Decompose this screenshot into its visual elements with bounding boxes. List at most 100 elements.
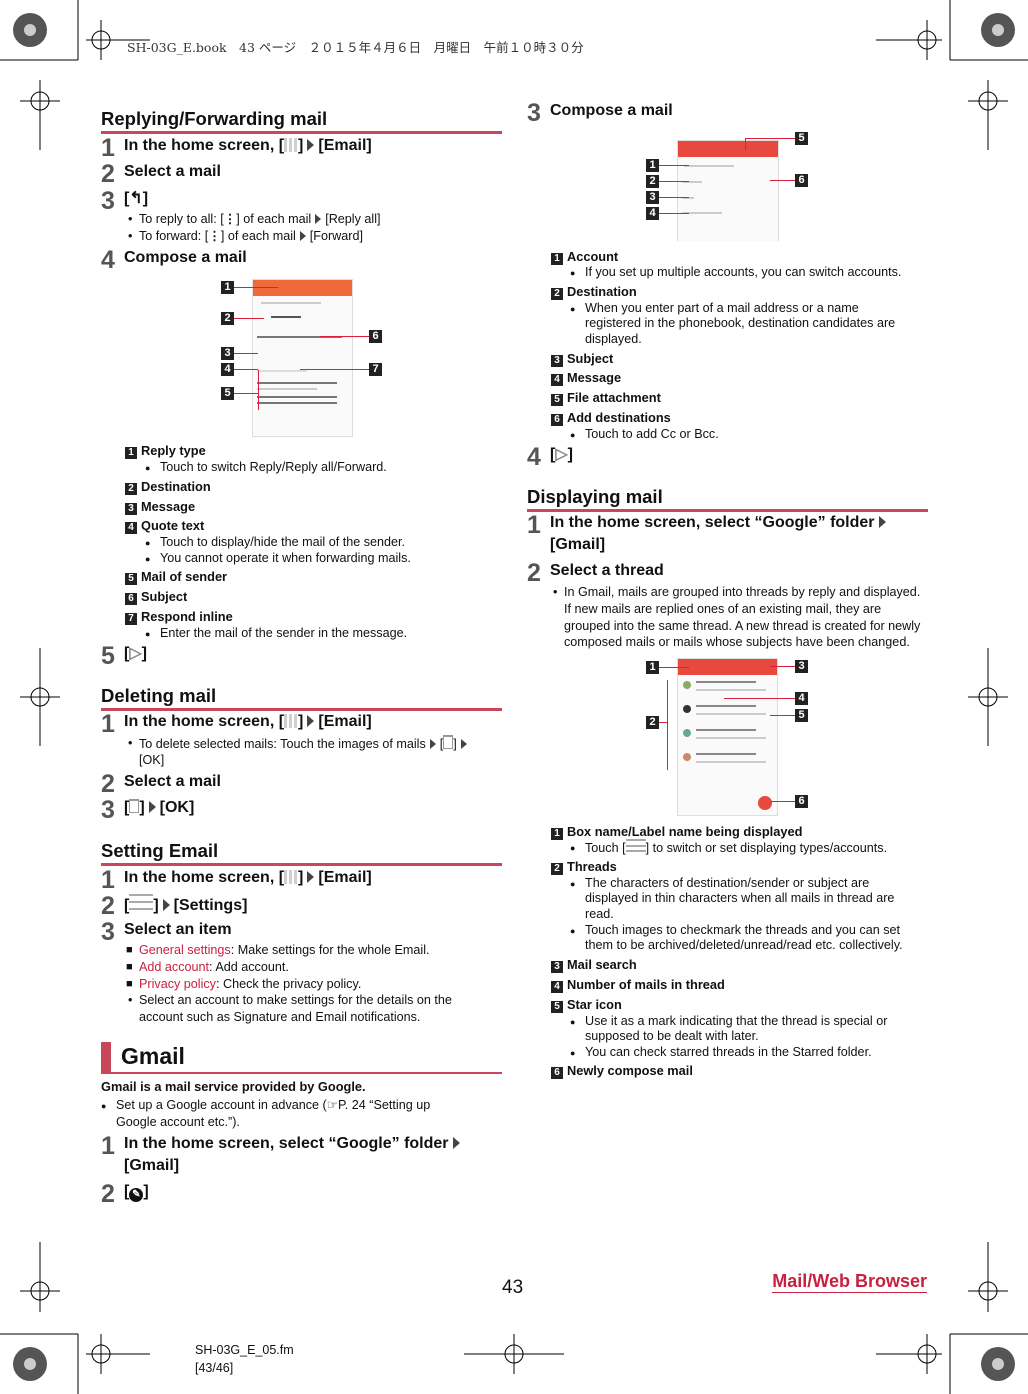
settings-item: Add account: Add account. <box>126 959 289 975</box>
bullet: To forward: [⋮] of each mail[Forward] <box>128 228 363 244</box>
step-1: In the home screen, select “Google” fold… <box>124 1134 464 1154</box>
callout-1: 1 <box>646 159 659 172</box>
callout-4: 4 <box>795 692 808 705</box>
legend-item: 5 File attachment <box>551 390 661 406</box>
bullet: To reply to all: [⋮] of each mail[Reply … <box>128 211 380 227</box>
legend-item: 2 Destination <box>551 284 637 300</box>
legend-item: 5 Star icon <box>551 997 622 1013</box>
send-icon: ▷ <box>555 446 568 463</box>
bullet-cont: If new mails are replied ones of an exis… <box>564 602 882 616</box>
note: Enter the mail of the sender in the mess… <box>145 625 407 642</box>
arrow-icon <box>307 139 315 151</box>
callout-6: 6 <box>795 174 808 187</box>
arrow-icon <box>429 739 436 749</box>
note: Use it as a mark indicating that the thr… <box>570 1013 887 1030</box>
legend-item: 6 Add destinations <box>551 410 671 426</box>
arrow-icon <box>878 516 886 528</box>
legend-item: 4 Quote text <box>125 518 204 534</box>
legend-item: 6 Newly compose mail <box>551 1063 693 1079</box>
step-number: 4 <box>101 246 115 274</box>
note: The characters of destination/sender or … <box>570 875 869 892</box>
send-icon: ▷ <box>129 645 142 662</box>
step-number: 1 <box>101 866 115 894</box>
step-1: In the home screen, [] [Email] <box>124 869 372 886</box>
arrow-icon <box>299 231 306 241</box>
step-4: [▷] <box>550 446 573 463</box>
menu-dots-icon: ⋮ <box>223 212 237 226</box>
gmail-title-bar <box>101 1042 111 1073</box>
note: Touch [] to switch or set displaying typ… <box>570 839 887 856</box>
step-number: 3 <box>527 99 541 127</box>
step-4: Compose a mail <box>124 249 247 266</box>
section-rule <box>101 131 502 134</box>
arrow-icon <box>307 715 315 727</box>
callout-3: 3 <box>795 660 808 673</box>
note: If you set up multiple accounts, you can… <box>570 264 901 281</box>
settings-item: Privacy policy: Check the privacy policy… <box>126 976 361 992</box>
step-number: 1 <box>101 1132 115 1160</box>
step-number: 2 <box>101 892 115 920</box>
legend-item: 4 Number of mails in thread <box>551 977 725 993</box>
step-number: 3 <box>101 187 115 215</box>
section-footer-link[interactable]: Mail/Web Browser <box>772 1271 927 1293</box>
step-3: [] [OK] <box>124 799 195 816</box>
note: Touch to add Cc or Bcc. <box>570 426 719 443</box>
step-1: In the home screen, select “Google” fold… <box>550 513 890 533</box>
callout-5: 5 <box>221 387 234 400</box>
arrow-icon <box>148 801 156 813</box>
legend-item: 3 Subject <box>551 351 613 367</box>
step-2: Select a mail <box>124 163 221 180</box>
callout-2: 2 <box>646 175 659 188</box>
step-number: 2 <box>101 160 115 188</box>
step-number: 4 <box>527 443 541 471</box>
callout-1: 1 <box>646 661 659 674</box>
note-cont: them to be archived/deleted/unread/read … <box>585 938 903 952</box>
note: You can check starred threads in the Sta… <box>570 1044 872 1061</box>
section-title-settings: Setting Email <box>101 840 219 861</box>
compose-icon: ✎ <box>129 1188 144 1202</box>
note-cont: displayed in thin characters when all ma… <box>585 891 895 905</box>
step-number: 1 <box>101 134 115 162</box>
legend-item: 3 Message <box>125 499 195 515</box>
note-cont: supposed to be dealt with later. <box>585 1029 759 1043</box>
section-title-deleting: Deleting mail <box>101 685 217 706</box>
callout-5: 5 <box>795 709 808 722</box>
step-2: Select a thread <box>550 562 664 579</box>
legend-item: 1 Account <box>551 249 618 265</box>
step-3: Compose a mail <box>550 102 673 119</box>
legend-item: 1 Box name/Label name being displayed <box>551 824 802 840</box>
step-1-cont: [Gmail] <box>550 536 606 553</box>
callout-1: 1 <box>221 281 234 294</box>
section-title-replying: Replying/Forwarding mail <box>101 108 328 129</box>
menu-icon <box>625 839 646 852</box>
step-number: 3 <box>101 796 115 824</box>
manual-page: SH-03G_E.book 43 ページ ２０１５年４月６日 月曜日 午前１０時… <box>0 0 1028 1394</box>
gmail-intro: Gmail is a mail service provided by Goog… <box>101 1079 366 1094</box>
step-number: 2 <box>101 1180 115 1208</box>
menu-icon <box>129 894 154 910</box>
arrow-icon <box>162 899 170 911</box>
callout-3: 3 <box>646 191 659 204</box>
step-number: 3 <box>101 918 115 946</box>
book-header: SH-03G_E.book 43 ページ ２０１５年４月６日 月曜日 午前１０時… <box>127 40 584 55</box>
step-3: Select an item <box>124 921 232 938</box>
step-2: [] [Settings] <box>124 894 247 916</box>
note: Touch to switch Reply/Reply all/Forward. <box>145 459 387 476</box>
apps-icon <box>284 870 299 884</box>
callout-2: 2 <box>221 312 234 325</box>
step-number: 1 <box>101 710 115 738</box>
callout-6: 6 <box>795 795 808 808</box>
footer-file: SH-03G_E_05.fm <box>195 1343 294 1357</box>
footer-pages: [43/46] <box>195 1361 234 1375</box>
settings-item: General settings: Make settings for the … <box>126 942 429 958</box>
note-cont: displayed. <box>585 332 642 346</box>
step-number: 2 <box>101 770 115 798</box>
bullet-cont: [OK] <box>139 753 165 767</box>
step-2: Select a mail <box>124 773 221 790</box>
section-title-displaying: Displaying mail <box>527 486 663 507</box>
step-number: 5 <box>101 642 115 670</box>
legend-item: 3 Mail search <box>551 957 637 973</box>
section-rule <box>101 1072 502 1074</box>
chapter-title-gmail: Gmail <box>121 1043 185 1069</box>
arrow-icon <box>460 739 467 749</box>
